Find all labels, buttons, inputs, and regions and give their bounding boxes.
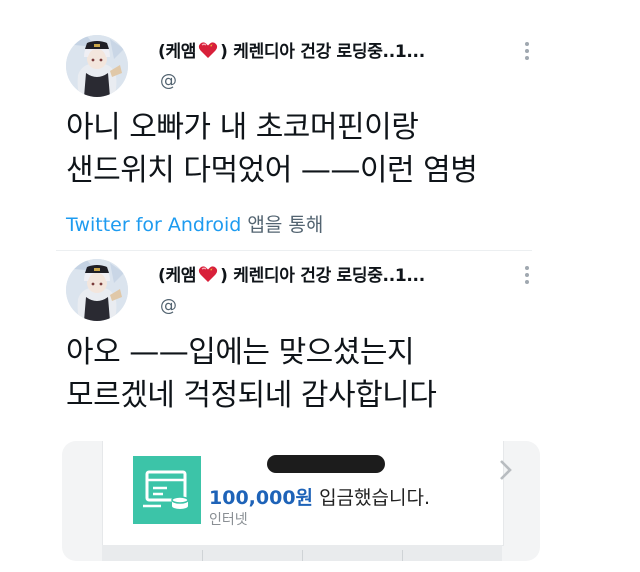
- user-handle[interactable]: @: [160, 296, 177, 316]
- tweet-text-line-2: 샌드위치 다먹었어 ——이런 염병: [66, 153, 478, 188]
- deposit-channel: 인터넷: [209, 512, 248, 528]
- tweet-text-line-1: 아오 ——입에는 맞으셨는지: [66, 335, 415, 370]
- avatar[interactable]: [66, 259, 128, 321]
- redacted-name: [267, 455, 385, 473]
- chevron-right-icon[interactable]: [499, 459, 513, 481]
- tweet-text-line-1: 아니 오빠가 내 초코머핀이랑: [66, 110, 419, 145]
- user-handle[interactable]: @: [160, 71, 177, 91]
- source-suffix: 앱을 통해: [241, 214, 324, 236]
- tweet-divider: [56, 250, 532, 251]
- deposit-amount: 100,000원: [209, 487, 314, 509]
- tab-strip: [102, 545, 502, 561]
- display-name-suffix: ) 케렌디아 건강 로딩중..1...: [220, 266, 425, 286]
- display-name-suffix: ) 케렌디아 건강 로딩중..1...: [220, 42, 425, 62]
- deposit-text: 입금했습니다.: [313, 487, 430, 509]
- heart-icon: [199, 265, 218, 282]
- deposit-message: 100,000원 입금했습니다.: [209, 483, 430, 510]
- tweet-text-line-2: 모르겠네 걱정되네 감사합니다: [66, 378, 437, 413]
- attached-image[interactable]: 100,000원 입금했습니다. 인터넷: [62, 441, 540, 561]
- display-name[interactable]: (케앰 ) 케렌디아 건강 로딩중..1...: [158, 37, 425, 62]
- more-vertical-icon[interactable]: [519, 40, 535, 62]
- bank-notification-card: 100,000원 입금했습니다. 인터넷: [102, 441, 512, 546]
- more-vertical-icon[interactable]: [519, 264, 535, 286]
- avatar[interactable]: [66, 35, 128, 97]
- heart-icon: [199, 41, 218, 58]
- tweet-source: Twitter for Android 앱을 통해: [66, 210, 323, 237]
- display-name-prefix: (케앰: [158, 42, 197, 62]
- display-name[interactable]: (케앰 ) 케렌디아 건강 로딩중..1...: [158, 261, 425, 286]
- source-link[interactable]: Twitter for Android: [66, 214, 241, 236]
- bank-transfer-icon: [133, 456, 201, 524]
- display-name-prefix: (케앰: [158, 266, 197, 286]
